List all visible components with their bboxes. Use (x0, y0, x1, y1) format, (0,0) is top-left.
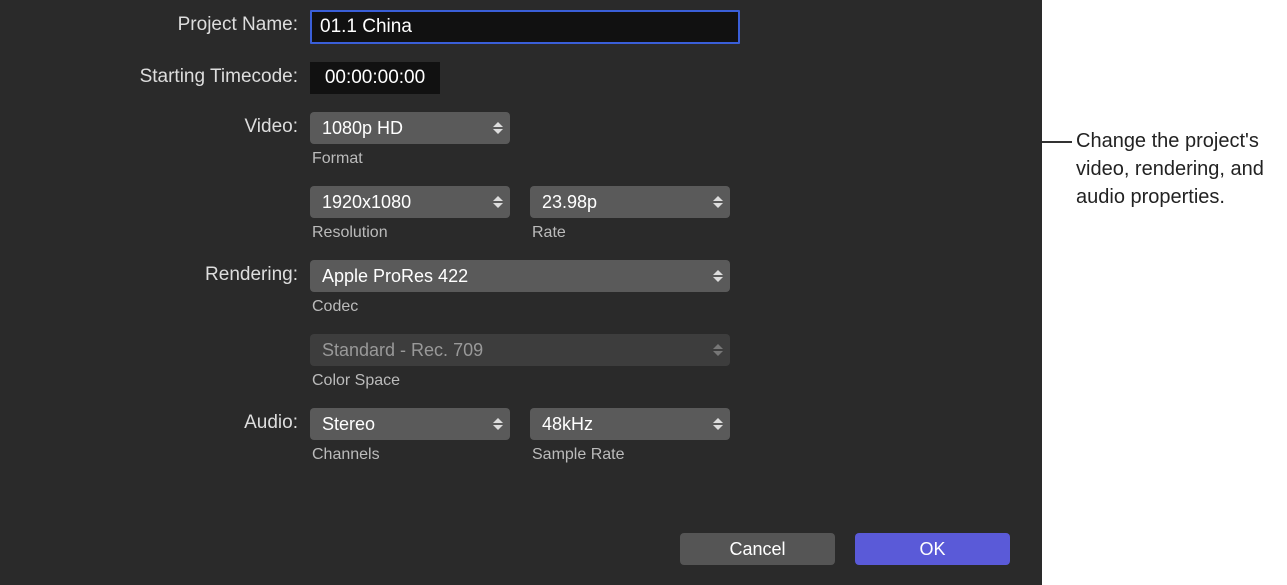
stepper-icon (492, 115, 504, 141)
rate-sublabel: Rate (530, 224, 730, 242)
callout: Change the project's video, rendering, a… (1042, 127, 1276, 211)
channels-select[interactable]: Stereo (310, 408, 510, 440)
channels-sublabel: Channels (310, 446, 510, 464)
stepper-icon (712, 263, 724, 289)
callout-line-icon (1042, 141, 1072, 143)
audio-label: Audio: (0, 408, 310, 434)
resolution-sublabel: Resolution (310, 224, 510, 242)
video-format-select[interactable]: 1080p HD (310, 112, 510, 144)
sample-rate-sublabel: Sample Rate (530, 446, 730, 464)
resolution-value: 1920x1080 (322, 192, 411, 213)
resolution-select[interactable]: 1920x1080 (310, 186, 510, 218)
format-sublabel: Format (310, 150, 510, 168)
sample-rate-value: 48kHz (542, 414, 593, 435)
callout-text: Change the project's video, rendering, a… (1076, 127, 1276, 211)
project-settings-panel: Project Name: Starting Timecode: Video: … (0, 0, 1042, 585)
color-space-select[interactable]: Standard - Rec. 709 (310, 334, 730, 366)
rate-value: 23.98p (542, 192, 597, 213)
color-space-value: Standard - Rec. 709 (322, 340, 483, 361)
stepper-icon (712, 337, 724, 363)
codec-value: Apple ProRes 422 (322, 266, 468, 287)
rendering-label: Rendering: (0, 260, 310, 286)
rate-select[interactable]: 23.98p (530, 186, 730, 218)
project-name-label: Project Name: (0, 10, 310, 36)
starting-timecode-input[interactable] (310, 62, 440, 94)
sample-rate-select[interactable]: 48kHz (530, 408, 730, 440)
video-label: Video: (0, 112, 310, 138)
codec-sublabel: Codec (310, 298, 730, 316)
project-name-input[interactable] (310, 10, 740, 44)
stepper-icon (492, 411, 504, 437)
channels-value: Stereo (322, 414, 375, 435)
button-row: Cancel OK (680, 533, 1010, 565)
starting-timecode-label: Starting Timecode: (0, 62, 310, 88)
color-space-sublabel: Color Space (310, 372, 730, 390)
codec-select[interactable]: Apple ProRes 422 (310, 260, 730, 292)
ok-button[interactable]: OK (855, 533, 1010, 565)
cancel-button[interactable]: Cancel (680, 533, 835, 565)
stepper-icon (712, 189, 724, 215)
stepper-icon (492, 189, 504, 215)
video-format-value: 1080p HD (322, 118, 403, 139)
stepper-icon (712, 411, 724, 437)
